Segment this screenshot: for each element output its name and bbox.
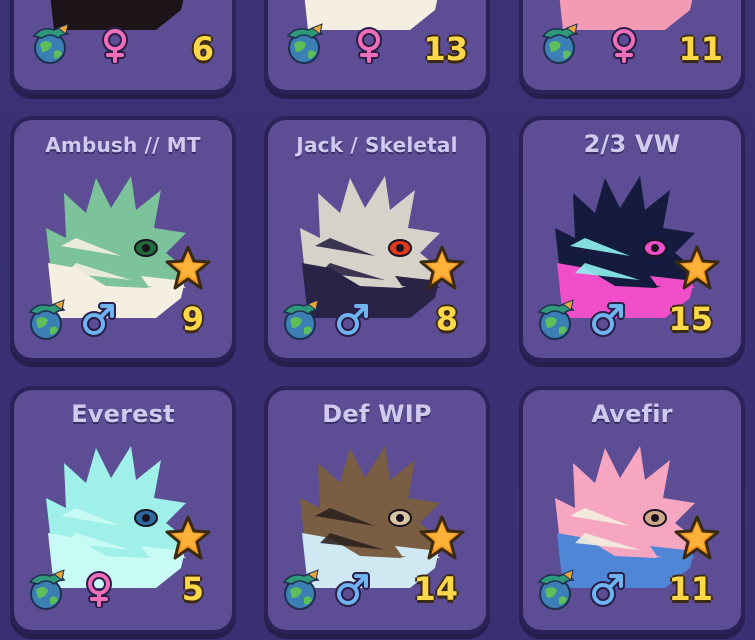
dragon-card-top-3[interactable]: 11 bbox=[523, 0, 741, 90]
earth-element-icon bbox=[32, 23, 70, 64]
earth-element-icon bbox=[28, 569, 66, 610]
favorite-star-icon[interactable] bbox=[673, 514, 721, 562]
earth-element-icon bbox=[537, 569, 575, 610]
female-gender-icon bbox=[356, 27, 382, 64]
favorite-star-icon[interactable] bbox=[418, 244, 466, 292]
dragon-portrait bbox=[555, 176, 705, 318]
dragon-card-jack[interactable]: Jack / Skeletal 8 bbox=[268, 120, 486, 358]
dragon-portrait bbox=[46, 446, 196, 588]
female-gender-icon bbox=[102, 27, 128, 64]
dragon-level: 11 bbox=[668, 570, 713, 608]
dragon-name: Ambush // MT bbox=[45, 133, 201, 157]
earth-element-icon bbox=[28, 299, 66, 340]
earth-element-icon bbox=[537, 299, 575, 340]
dragon-name: Everest bbox=[71, 400, 175, 428]
dragon-level: 8 bbox=[435, 300, 458, 338]
earth-element-icon bbox=[282, 299, 320, 340]
dragon-portrait bbox=[46, 176, 196, 318]
dragon-card-ambush[interactable]: Ambush // MT 9 bbox=[14, 120, 232, 358]
male-gender-icon bbox=[335, 302, 370, 337]
earth-element-icon bbox=[286, 23, 324, 64]
earth-element-icon bbox=[282, 569, 320, 610]
male-gender-icon bbox=[81, 302, 116, 337]
dragon-card-def-wip[interactable]: Def WIP 14 bbox=[268, 390, 486, 630]
dragon-card-top-2[interactable]: 13 bbox=[268, 0, 486, 90]
dragon-portrait bbox=[300, 176, 450, 318]
dragon-name: Jack / Skeletal bbox=[296, 133, 458, 157]
dragon-level: 13 bbox=[423, 30, 468, 68]
dragon-card-avefir[interactable]: Avefir 11 bbox=[523, 390, 741, 630]
dragon-level: 11 bbox=[678, 30, 723, 68]
dragon-name: 2/3 VW bbox=[583, 130, 681, 158]
dragon-card-2-3-vw[interactable]: 2/3 VW 15 bbox=[523, 120, 741, 358]
male-gender-icon bbox=[590, 572, 625, 607]
favorite-star-icon[interactable] bbox=[164, 244, 212, 292]
favorite-star-icon[interactable] bbox=[673, 244, 721, 292]
dragon-card-everest[interactable]: Everest 5 bbox=[14, 390, 232, 630]
dragon-name: Def WIP bbox=[322, 400, 432, 428]
dragon-level: 14 bbox=[413, 570, 458, 608]
male-gender-icon bbox=[335, 572, 370, 607]
female-gender-icon bbox=[611, 27, 637, 64]
dragon-level: 6 bbox=[191, 30, 214, 68]
favorite-star-icon[interactable] bbox=[164, 514, 212, 562]
dragon-level: 15 bbox=[668, 300, 713, 338]
earth-element-icon bbox=[541, 23, 579, 64]
dragon-name: Avefir bbox=[591, 400, 673, 428]
favorite-star-icon[interactable] bbox=[418, 514, 466, 562]
dragon-level: 5 bbox=[181, 570, 204, 608]
dragon-level: 9 bbox=[181, 300, 204, 338]
dragon-portrait bbox=[555, 446, 705, 588]
male-gender-icon bbox=[590, 302, 625, 337]
dragon-portrait bbox=[300, 446, 450, 588]
dragon-card-top-1[interactable]: 6 bbox=[14, 0, 232, 90]
female-gender-icon bbox=[86, 571, 112, 608]
